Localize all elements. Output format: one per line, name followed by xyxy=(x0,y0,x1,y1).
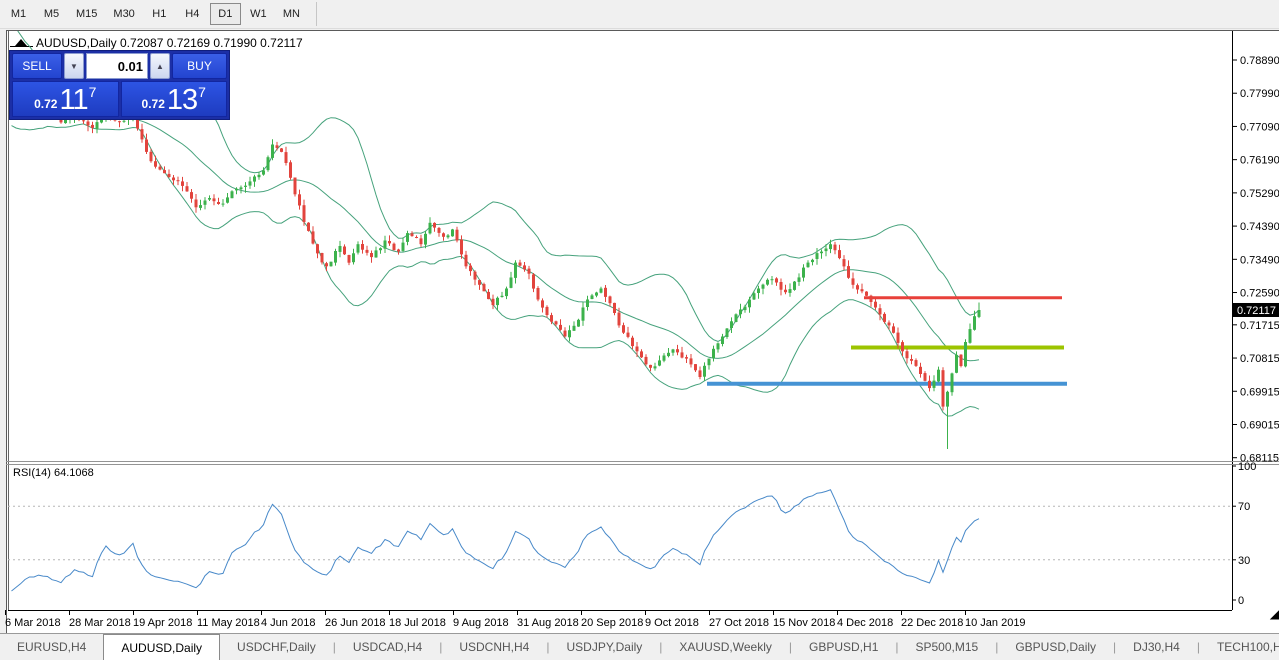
timeframe-button-m15[interactable]: M15 xyxy=(69,3,104,25)
arrow-down-icon: ▼ xyxy=(70,61,78,71)
sell-button[interactable]: SELL xyxy=(12,53,62,79)
timeframe-button-mn[interactable]: MN xyxy=(276,3,307,25)
sell-price-prefix: 0.72 xyxy=(34,97,58,111)
buy-price-big: 13 xyxy=(166,84,198,116)
tab-usdcnh-h4[interactable]: USDCNH,H4 xyxy=(442,634,546,660)
timeframe-button-m5[interactable]: M5 xyxy=(36,3,67,25)
buy-price-prefix: 0.72 xyxy=(141,97,165,111)
sell-price-big: 11 xyxy=(59,84,88,116)
trade-panel-price-row: 0.72 11 7 0.72 13 7 xyxy=(12,81,227,117)
chart-tabs-bar: EURUSD,H4 AUDUSD,Daily USDCHF,Daily | USDCAD… xyxy=(0,633,1279,660)
tab-audusd-daily[interactable]: AUDUSD,Daily xyxy=(103,634,221,660)
timeframe-toolbar: M1 M5 M15 M30 H1 H4 D1 W1 MN xyxy=(0,0,1279,29)
rsi-indicator-label: RSI(14) 64.1068 xyxy=(13,467,94,479)
sell-price-sup: 7 xyxy=(88,84,97,100)
tab-gbpusd-daily[interactable]: GBPUSD,Daily xyxy=(998,634,1113,660)
volume-input[interactable] xyxy=(86,53,148,79)
toolbar-separator xyxy=(315,2,317,26)
tab-sp500-m15[interactable]: SP500,M15 xyxy=(899,634,996,660)
tab-tech100-h1[interactable]: TECH100,H1 xyxy=(1200,634,1279,660)
one-click-trading-panel: SELL ▼ ▲ BUY 0.72117 0.72137 xyxy=(9,50,230,120)
volume-increase-button[interactable]: ▲ xyxy=(150,53,170,79)
buy-button[interactable]: BUY xyxy=(172,53,227,79)
volume-decrease-button[interactable]: ▼ xyxy=(64,53,84,79)
timeframe-button-w1[interactable]: W1 xyxy=(243,3,274,25)
tab-xauusd-weekly[interactable]: XAUUSD,Weekly xyxy=(662,634,788,660)
tab-usdchf-daily[interactable]: USDCHF,Daily xyxy=(220,634,333,660)
sell-price-button[interactable]: 0.72 11 7 xyxy=(12,81,119,117)
timeframe-button-m30[interactable]: M30 xyxy=(106,3,141,25)
timeframe-button-d1[interactable]: D1 xyxy=(209,3,241,25)
chart-title: AUDUSD,Daily 0.72087 0.72169 0.71990 0.7… xyxy=(36,36,303,50)
tab-gbpusd-h1[interactable]: GBPUSD,H1 xyxy=(792,634,895,660)
buy-price-sup: 7 xyxy=(198,84,206,100)
arrow-up-icon: ▲ xyxy=(156,61,164,71)
buy-price-button[interactable]: 0.72 13 7 xyxy=(120,81,227,117)
chart-window xyxy=(6,30,1279,633)
timeframe-button-h4[interactable]: H4 xyxy=(177,3,208,25)
tab-usdcad-h4[interactable]: USDCAD,H4 xyxy=(336,634,439,660)
tab-usdjpy-daily[interactable]: USDJPY,Daily xyxy=(549,634,659,660)
timeframe-button-m1[interactable]: M1 xyxy=(3,3,34,25)
tab-eurusd-h4[interactable]: EURUSD,H4 xyxy=(0,634,103,660)
trade-panel-top-row: SELL ▼ ▲ BUY xyxy=(12,53,227,79)
timeframe-button-h1[interactable]: H1 xyxy=(144,3,175,25)
tab-dj30-h4[interactable]: DJ30,H4 xyxy=(1116,634,1197,660)
